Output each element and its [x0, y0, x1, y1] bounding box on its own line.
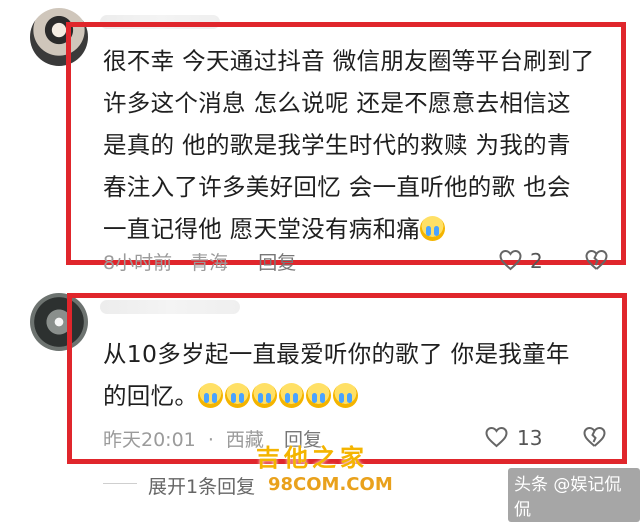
comment-line: 很不幸 今天通过抖音 微信朋友圈等平台刷到了	[103, 47, 595, 75]
comment-line: 一直记得他 愿天堂没有病和痛	[103, 208, 623, 250]
cry-emoji-icon	[279, 383, 305, 408]
cry-emoji-icon	[420, 216, 446, 241]
cry-emoji-icon	[225, 383, 251, 408]
comment-location: 青海	[190, 252, 229, 274]
comment-text: 很不幸 今天通过抖音 微信朋友圈等平台刷到了 许多这个消息 怎么说呢 还是不愿意…	[103, 40, 623, 250]
brand-watermark: 头条 @娱记侃侃	[508, 468, 640, 522]
expand-replies-link[interactable]: 展开1条回复	[148, 472, 255, 499]
cry-emoji-icon	[252, 383, 278, 408]
cry-emoji-icon	[333, 383, 359, 408]
comment-line: 许多这个消息 怎么说呢 还是不愿意去相信这	[103, 89, 571, 117]
comment-meta: 8小时前 青海 回复	[103, 248, 296, 275]
comment-text: 从10多岁起一直最爱听你的歌了 你是我童年 的回忆。	[103, 333, 623, 417]
comment-time: 8小时前	[103, 252, 173, 274]
heart-icon[interactable]	[498, 249, 523, 271]
comment-line: 的回忆。	[103, 375, 623, 417]
watermark-text: 吉他之家	[256, 444, 368, 472]
heart-icon[interactable]	[484, 426, 509, 448]
meta-separator: ·	[207, 429, 214, 451]
broken-heart-icon[interactable]	[582, 426, 607, 448]
broken-heart-icon[interactable]	[584, 249, 609, 271]
comment-line: 是真的 他的歌是我学生时代的救赎 为我的青	[103, 131, 571, 159]
like-count: 2	[530, 249, 543, 273]
cry-emoji-icon	[306, 383, 332, 408]
cry-emoji-icon	[198, 383, 224, 408]
like-count: 13	[517, 426, 543, 450]
reply-button[interactable]: 回复	[258, 252, 296, 274]
comment-line: 春注入了许多美好回忆 会一直听他的歌 也会	[103, 173, 571, 201]
watermark-url: 98COM.COM	[268, 474, 393, 495]
comment-line: 从10多岁起一直最爱听你的歌了 你是我童年	[103, 340, 570, 368]
divider	[103, 483, 137, 484]
comment-time: 昨天20:01	[103, 429, 196, 451]
